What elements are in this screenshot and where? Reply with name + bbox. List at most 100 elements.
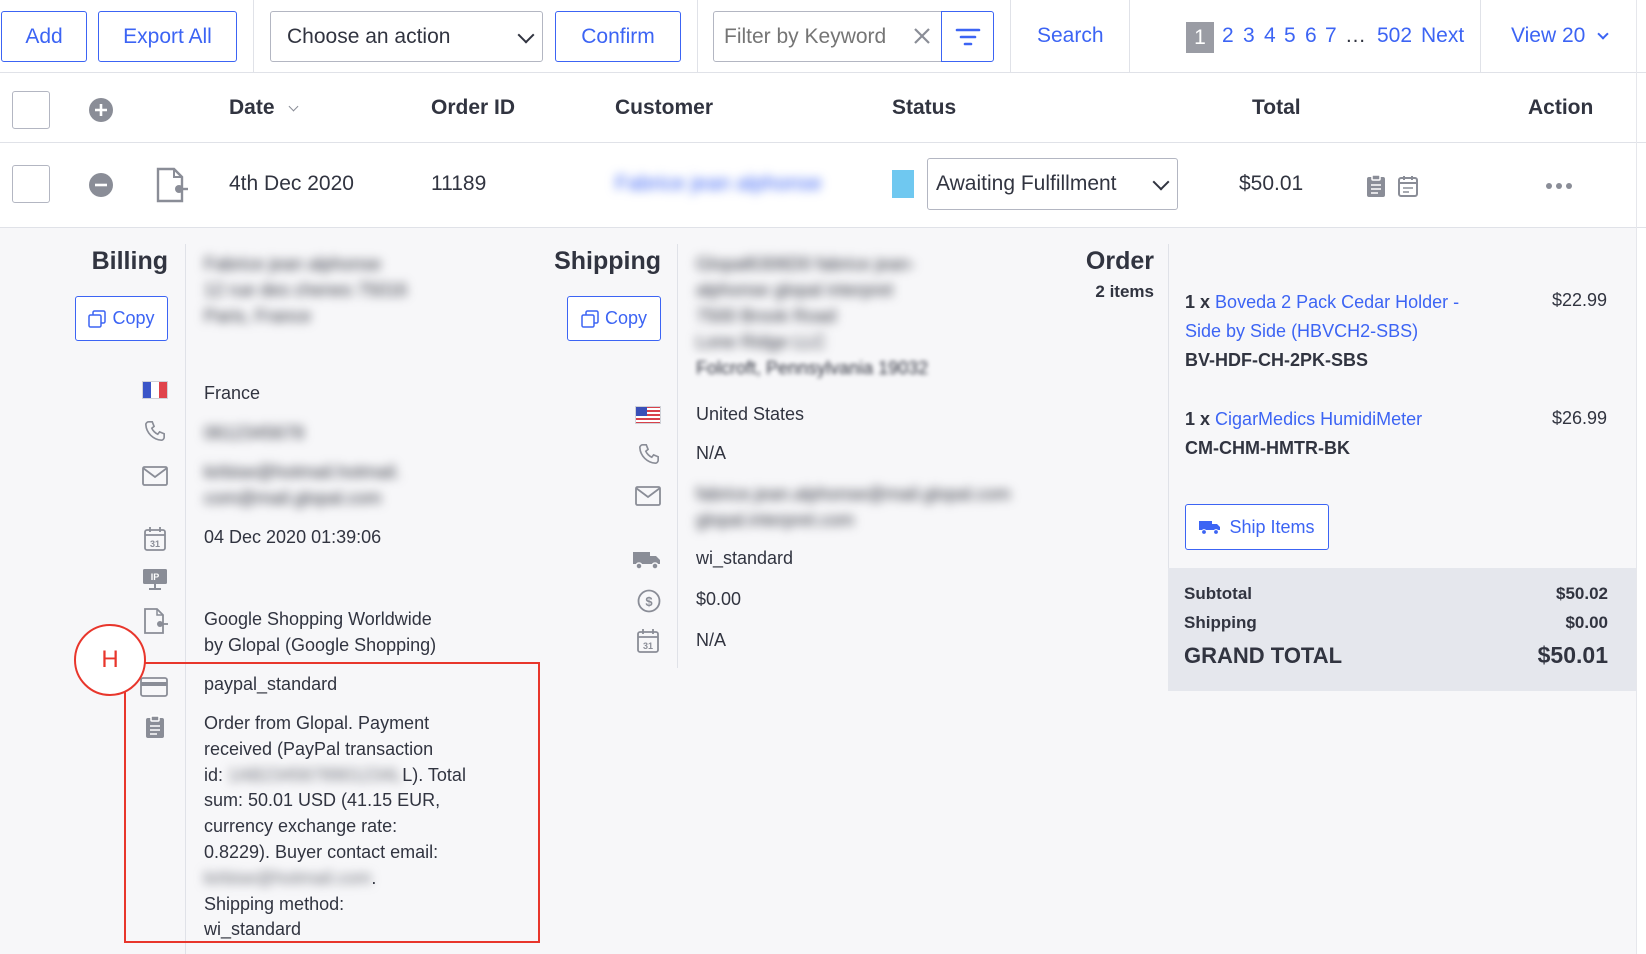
shipping-cost: $0.00 xyxy=(696,589,742,609)
item-quantity: 1 x xyxy=(1185,409,1211,429)
order-item: 1 x Boveda 2 Pack Cedar Holder - Side by… xyxy=(1185,288,1459,375)
email-icon xyxy=(142,466,168,486)
date-header-label: Date xyxy=(229,96,275,119)
subtotal-value: $50.02 xyxy=(1556,584,1608,603)
chevron-down-icon xyxy=(1152,173,1170,191)
search-button[interactable]: Search xyxy=(1037,24,1104,48)
billing-source-line2: by Glopal (Google Shopping) xyxy=(204,635,437,655)
annotation-marker: H xyxy=(74,624,146,696)
ship-items-button[interactable]: Ship Items xyxy=(1185,504,1329,550)
billing-country: France xyxy=(204,383,261,403)
action-column-header: Action xyxy=(1528,96,1594,119)
page-link[interactable]: 6 xyxy=(1305,24,1317,48)
shipping-phone: N/A xyxy=(696,443,727,463)
page-current[interactable]: 1 xyxy=(1186,22,1214,53)
order-id-column-header: Order ID xyxy=(431,96,516,119)
svg-text:$: $ xyxy=(645,594,653,609)
phone-icon xyxy=(638,443,660,465)
total-column-header: Total xyxy=(1252,96,1301,119)
billing-copy-label: Copy xyxy=(112,308,155,328)
row-checkbox[interactable] xyxy=(12,165,50,203)
copy-icon xyxy=(581,309,599,328)
billing-order-date: 04 Dec 2020 01:39:06 xyxy=(204,527,382,547)
more-options-icon[interactable] xyxy=(1545,178,1573,194)
shipping-address-line1: Glopal6306D0 fabrice jean- xyxy=(696,254,916,274)
shipping-country: United States xyxy=(696,404,805,424)
billing-city: Paris, France xyxy=(204,306,312,326)
email-icon xyxy=(635,486,661,506)
add-button[interactable]: Add xyxy=(1,11,87,62)
status-select[interactable]: Awaiting Fulfillment xyxy=(927,158,1178,210)
customer-link[interactable]: Fabrice jean alphonse xyxy=(615,172,822,196)
ship-items-label: Ship Items xyxy=(1229,516,1315,537)
grand-total-label: GRAND TOTAL xyxy=(1184,643,1343,668)
delivery-truck-icon xyxy=(632,549,662,571)
item-price: $22.99 xyxy=(1552,290,1608,310)
page-link-last[interactable]: 502 xyxy=(1377,24,1412,48)
france-flag-icon xyxy=(142,381,168,399)
svg-text:31: 31 xyxy=(643,641,653,651)
item-name-link[interactable]: CigarMedics HumidiMeter xyxy=(1215,409,1422,429)
us-flag-icon xyxy=(635,406,661,424)
billing-source-line1: Google Shopping Worldwide xyxy=(204,609,432,629)
page-ellipsis: … xyxy=(1345,24,1366,47)
shipping-copy-button[interactable]: Copy xyxy=(567,296,661,341)
billing-title: Billing xyxy=(91,247,168,275)
billing-name: Fabrice jean alphonse xyxy=(204,254,382,274)
billing-phone: 0612345678 xyxy=(204,423,305,443)
calendar-icon[interactable] xyxy=(1397,174,1419,198)
clipboard-icon[interactable] xyxy=(1365,174,1387,198)
dollar-icon: $ xyxy=(637,589,661,613)
shipping-total-value: $0.00 xyxy=(1565,613,1608,632)
highlight-box xyxy=(124,662,540,943)
shipping-email-line2[interactable]: glopal.interpret.com xyxy=(696,507,854,533)
order-document-icon[interactable] xyxy=(155,167,189,203)
status-column-header: Status xyxy=(892,96,957,119)
page-link[interactable]: 7 xyxy=(1325,24,1337,48)
shipping-address-line4: Lone Ridge LLC xyxy=(696,332,827,352)
order-id[interactable]: 11189 xyxy=(431,172,486,196)
shipping-address-line2: alphonse glopal interpret xyxy=(696,280,894,300)
item-quantity: 1 x xyxy=(1185,292,1211,312)
shipping-title: Shipping xyxy=(554,247,661,275)
collapse-icon[interactable] xyxy=(88,172,114,198)
page-link[interactable]: 2 xyxy=(1222,24,1234,48)
expand-all-icon[interactable] xyxy=(88,97,114,123)
next-page-link[interactable]: Next xyxy=(1421,24,1464,48)
select-all-checkbox[interactable] xyxy=(12,91,50,129)
copy-icon xyxy=(88,309,107,328)
item-name-link[interactable]: Boveda 2 Pack Cedar Holder - xyxy=(1215,292,1459,312)
shipping-method: wi_standard xyxy=(696,548,794,568)
item-sku: CM-CHM-HMTR-BK xyxy=(1185,438,1350,458)
date-column-header[interactable]: Date xyxy=(229,96,299,120)
clear-icon[interactable] xyxy=(910,24,934,48)
page-link[interactable]: 4 xyxy=(1264,24,1276,48)
view-count-dropdown[interactable]: View 20 xyxy=(1511,24,1609,48)
truck-icon xyxy=(1199,519,1221,535)
confirm-button[interactable]: Confirm xyxy=(555,11,681,62)
filter-options-button[interactable] xyxy=(941,11,994,62)
action-select[interactable]: Choose an action xyxy=(270,11,543,62)
filter-icon xyxy=(955,25,981,49)
item-name-link[interactable]: Side by Side (HBVCH2-SBS) xyxy=(1185,317,1459,346)
grand-total-value: $50.01 xyxy=(1537,642,1608,668)
page-link[interactable]: 3 xyxy=(1243,24,1255,48)
order-totals-box: Subtotal $50.02 Shipping $0.00 GRAND TOT… xyxy=(1168,568,1636,691)
export-all-button[interactable]: Export All xyxy=(98,11,237,62)
billing-address: 12 rue des chenes 75016 xyxy=(204,280,408,300)
keyword-filter[interactable] xyxy=(713,11,942,62)
billing-copy-button[interactable]: Copy xyxy=(75,296,168,341)
shipping-email-line1[interactable]: fabrice.jean.alphonse@mail.glopal.com xyxy=(696,481,1010,507)
shipping-total-label: Shipping xyxy=(1184,613,1257,632)
billing-email-line1[interactable]: kirbise@hotmail.hotmail. xyxy=(204,459,400,485)
customer-column-header: Customer xyxy=(615,96,714,119)
order-title: Order xyxy=(1085,247,1154,275)
billing-email-line2[interactable]: com@mail.glopal.com xyxy=(204,485,381,511)
subtotal-label: Subtotal xyxy=(1184,584,1252,603)
page-link[interactable]: 5 xyxy=(1284,24,1296,48)
item-price: $26.99 xyxy=(1552,408,1608,428)
keyword-filter-input[interactable] xyxy=(724,22,904,52)
item-sku: BV-HDF-CH-2PK-SBS xyxy=(1185,350,1369,370)
svg-text:IP: IP xyxy=(151,572,160,582)
shipping-address-line5: Folcroft, Pennsylvania 19032 xyxy=(696,358,929,378)
